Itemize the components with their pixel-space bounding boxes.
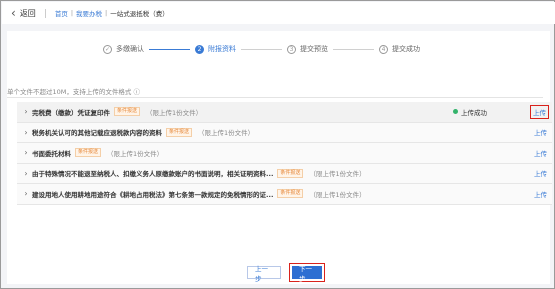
stepper: ✓ 多缴确认 2 附报资料 3 提交预览 4 提交成功 [103, 42, 420, 56]
condition-badge: 条件报送 [114, 107, 141, 117]
step-number: 2 [195, 44, 204, 54]
step-2: 2 附报资料 [195, 44, 236, 54]
step-number: 3 [287, 44, 296, 54]
item-title: 由于特殊情况不能退至纳税人、扣缴义务人原缴款账户的书面说明，相关证明资料... [32, 170, 274, 179]
upload-link[interactable]: 上传 [530, 104, 549, 119]
step-connector [333, 48, 374, 50]
list-item[interactable]: › 建设用地人使用耕地用途符合《耕地占用税法》第七条第一款规定的免税情形的证..… [17, 184, 552, 205]
step-label: 提交成功 [392, 45, 420, 53]
back-arrow-icon: ‹ [11, 6, 16, 20]
back-button[interactable]: ‹ 返回 [11, 7, 36, 19]
attachment-list: › 完税费（缴款）凭证复印件 条件报送 （限上传1份文件） 上传成功 上传 › … [17, 102, 552, 205]
breadcrumb-current: 一站式退抵税（费） [110, 10, 169, 18]
footer-buttons: 上一步 下一步 [247, 263, 325, 283]
item-title: 建设用地人使用耕地用途符合《耕地占用税法》第七条第一款规定的免税情形的证... [32, 190, 274, 199]
upload-link[interactable]: 上传 [532, 126, 549, 138]
main-panel: ✓ 多缴确认 2 附报资料 3 提交预览 4 提交成功 单个文件不超过10M，支… [7, 31, 552, 284]
condition-badge: 条件报送 [166, 127, 193, 137]
list-item[interactable]: › 由于特殊情况不能退至纳税人、扣缴义务人原缴款账户的书面说明，相关证明资料..… [17, 163, 552, 184]
chevron-right-icon[interactable]: › [20, 107, 32, 116]
item-title: 税务机关认可的其他记载应退税款内容的资料 [32, 129, 162, 138]
item-title: 完税费（缴款）凭证复印件 [32, 108, 110, 117]
upload-link[interactable]: 上传 [532, 188, 549, 200]
breadcrumb-section[interactable]: 我要办税 [76, 8, 102, 18]
list-item[interactable]: › 税务机关认可的其他记载应退税款内容的资料 条件报送 （限上传1份文件） 上传 [17, 122, 552, 143]
item-limit: （限上传1份文件） [146, 108, 203, 117]
list-item[interactable]: › 完税费（缴款）凭证复印件 条件报送 （限上传1份文件） 上传成功 上传 [17, 102, 552, 123]
status-text: 上传成功 [461, 108, 487, 117]
prev-step-button[interactable]: 上一步 [247, 265, 281, 283]
step-3: 3 提交预览 [287, 44, 328, 54]
item-limit: （限上传1份文件） [198, 129, 255, 138]
chevron-right-icon[interactable]: › [20, 189, 32, 198]
page-frame: ‹ 返回 首页 | 我要办税 | 一站式退抵税（费） ✓ 多缴确认 2 附报资料… [0, 0, 555, 289]
next-step-button[interactable]: 下一步 [292, 265, 322, 283]
upload-hint: 单个文件不超过10M，支持上传的文件格式 ⓘ [7, 88, 140, 96]
chevron-right-icon[interactable]: › [20, 128, 32, 137]
breadcrumb: 首页 | 我要办税 | 一站式退抵税（费） [55, 8, 169, 18]
chevron-right-icon[interactable]: › [20, 148, 32, 157]
condition-badge: 条件报送 [277, 189, 304, 199]
step-number: 4 [379, 44, 388, 54]
list-item[interactable]: › 书面委托材料 条件报送 （限上传1份文件） 上传 [17, 143, 552, 164]
item-title: 书面委托材料 [32, 149, 71, 158]
step-4: 4 提交成功 [379, 44, 420, 54]
success-dot-icon [453, 109, 458, 115]
condition-badge: 条件报送 [75, 148, 102, 158]
step-connector [241, 48, 282, 50]
step-connector [149, 48, 190, 50]
step-check-icon: ✓ [103, 44, 112, 54]
breadcrumb-separator: | [105, 9, 108, 17]
item-limit: （限上传1份文件） [309, 190, 366, 199]
top-bar: ‹ 返回 首页 | 我要办税 | 一站式退抵税（费） [2, 2, 555, 24]
upload-status: 上传成功 [453, 107, 487, 117]
item-limit: （限上传1份文件） [107, 149, 164, 158]
upload-link[interactable]: 上传 [532, 167, 549, 179]
item-limit: （限上传1份文件） [309, 170, 366, 179]
chevron-right-icon[interactable]: › [20, 169, 32, 178]
back-label: 返回 [19, 8, 36, 18]
hint-divider [7, 97, 543, 98]
step-1: ✓ 多缴确认 [103, 44, 144, 54]
next-step-highlight: 下一步 [289, 263, 325, 283]
step-label: 附报资料 [208, 45, 236, 53]
step-label: 提交预览 [300, 45, 328, 53]
condition-badge: 条件报送 [277, 168, 304, 178]
divider [44, 8, 46, 18]
step-label: 多缴确认 [116, 45, 144, 53]
upload-link[interactable]: 上传 [532, 147, 549, 159]
breadcrumb-separator: | [70, 9, 74, 17]
breadcrumb-home[interactable]: 首页 [55, 8, 68, 18]
